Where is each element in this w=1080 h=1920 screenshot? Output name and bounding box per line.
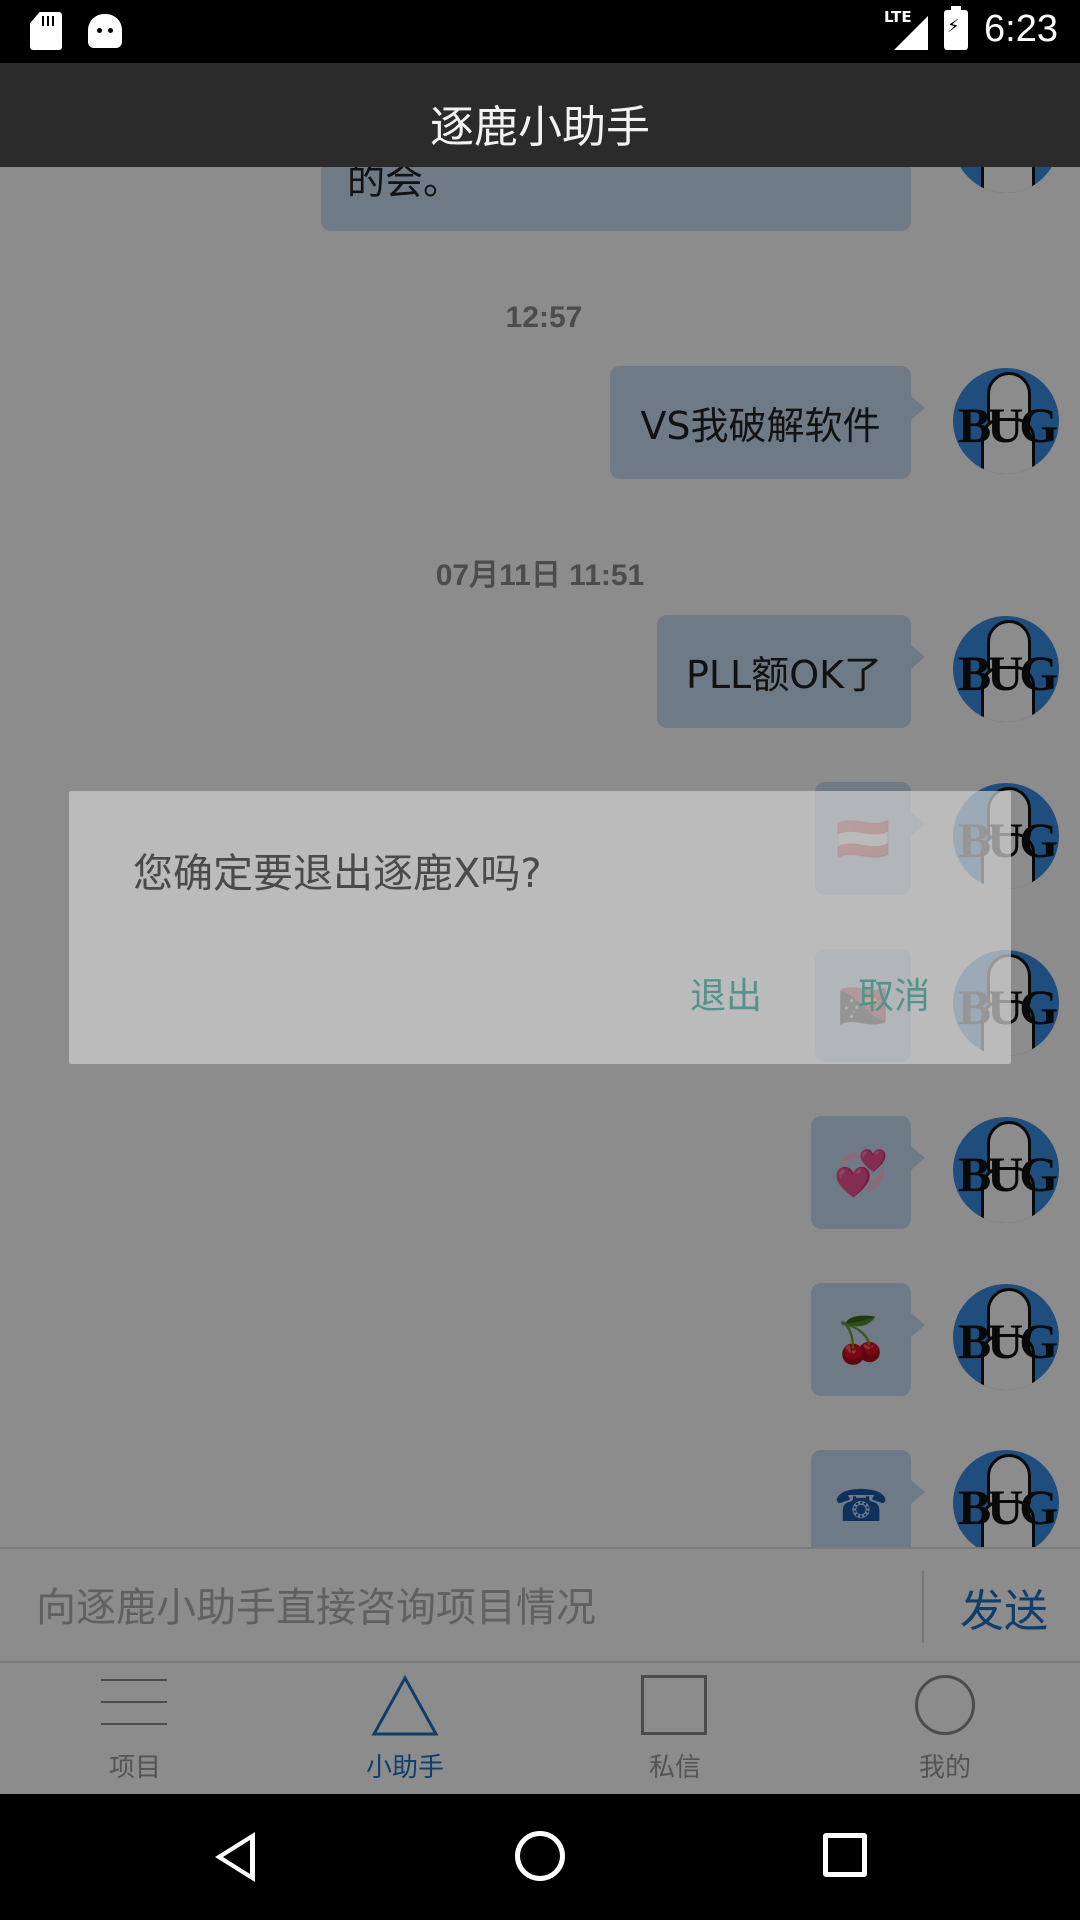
home-icon[interactable] [515,1831,565,1881]
exit-dialog: 您确定要退出逐鹿X吗? 退出 取消 [69,791,1011,1064]
battery-icon [944,5,969,50]
page-title: 逐鹿小助手 [430,102,650,153]
cancel-button[interactable]: 取消 [858,967,930,1019]
android-icon [88,14,122,48]
status-bar: LTE 6:23 [0,0,1080,63]
dialog-message: 您确定要退出逐鹿X吗? [133,851,542,897]
title-bar: 逐鹿小助手 [0,63,1080,167]
status-clock: 6:23 [984,8,1058,50]
recent-apps-icon[interactable] [823,1833,867,1877]
exit-button[interactable]: 退出 [690,967,762,1019]
system-nav-bar [0,1794,1080,1920]
signal-icon: LTE [884,8,929,50]
back-icon[interactable] [215,1832,255,1882]
sd-card-icon [30,12,62,50]
